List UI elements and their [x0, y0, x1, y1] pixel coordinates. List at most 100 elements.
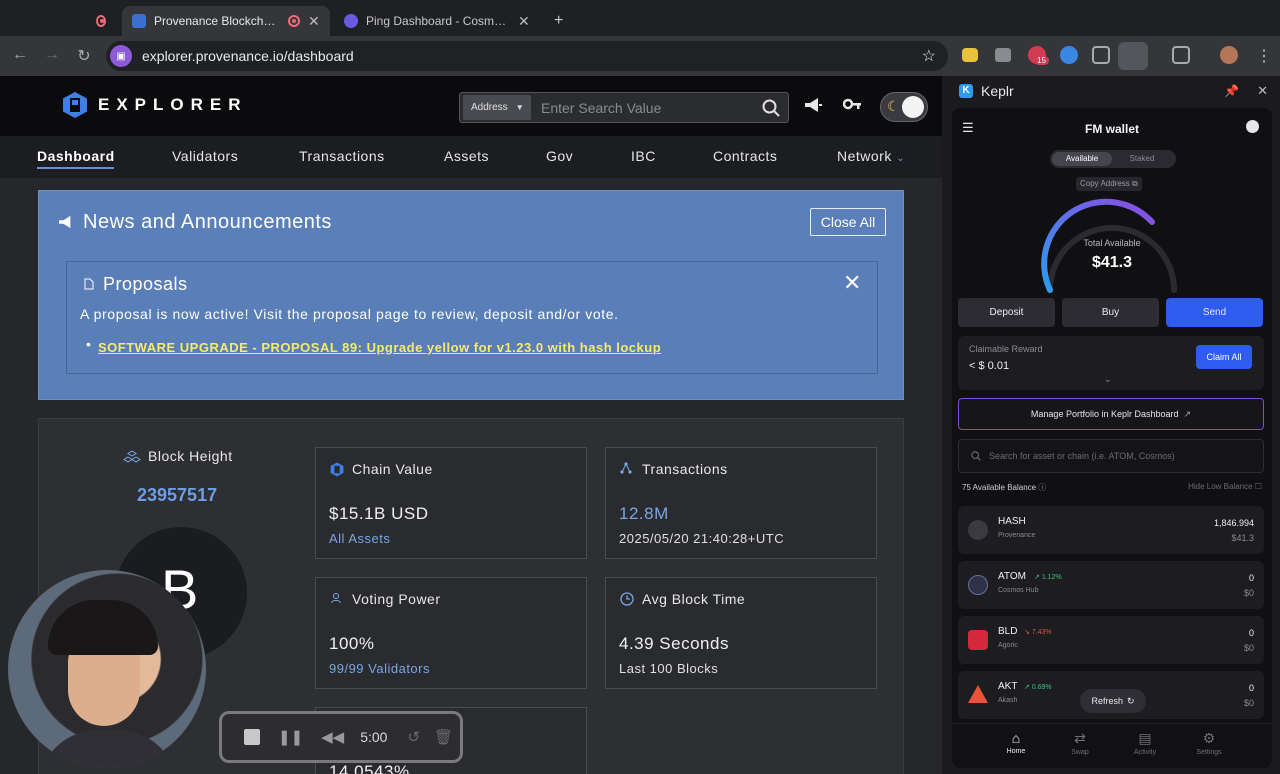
toggle-knob [902, 96, 924, 118]
copy-address-label: Copy Address [1080, 179, 1130, 188]
tab-title: Ping Dashboard - Cosmos Bl [366, 14, 510, 28]
refresh-label: Refresh [1091, 696, 1123, 706]
deposit-button[interactable]: Deposit [958, 298, 1055, 327]
gear-icon: ⚙ [1202, 730, 1216, 746]
nav-gov[interactable]: Gov [546, 148, 573, 164]
block-height-value[interactable]: 23957517 [137, 485, 217, 506]
search-icon[interactable] [762, 99, 780, 117]
copy-address-button[interactable]: Copy Address ⧉ [1076, 177, 1142, 191]
asset-symbol: HASH [998, 516, 1026, 527]
cast-icon[interactable] [1172, 46, 1190, 64]
close-all-button[interactable]: Close All [810, 208, 886, 236]
moon-icon: ☾ [887, 98, 900, 114]
send-button[interactable]: Send [1166, 298, 1263, 327]
key-icon[interactable] [843, 97, 861, 111]
side-panel-icon[interactable] [1118, 42, 1148, 70]
tab-available[interactable]: Available [1052, 152, 1112, 166]
site-info-icon[interactable]: ▣ [110, 45, 132, 67]
search-input[interactable] [541, 99, 751, 116]
back-icon[interactable]: ← [10, 46, 30, 64]
document-icon [84, 278, 94, 290]
refresh-button[interactable]: Refresh ↻ [1080, 689, 1146, 713]
bookmark-star-icon[interactable]: ☆ [922, 46, 936, 66]
close-tab-icon[interactable]: ✕ [518, 13, 530, 30]
tab-recording[interactable] [86, 6, 116, 36]
explorer-logo[interactable]: EXPLORER [62, 91, 248, 119]
extension-globe-icon[interactable] [1060, 46, 1078, 64]
nav-ibc[interactable]: IBC [631, 148, 656, 164]
address-bar[interactable]: ▣ explorer.provenance.io/dashboard ☆ [106, 41, 948, 71]
provenance-favicon-icon [132, 14, 146, 28]
nav-transactions[interactable]: Transactions [299, 148, 385, 164]
nav-network[interactable]: Network ⌄ [837, 148, 905, 164]
manage-portfolio-button[interactable]: Manage Portfolio in Keplr Dashboard ↗ [958, 398, 1264, 430]
reload-icon[interactable]: ↻ [74, 46, 94, 66]
transactions-value[interactable]: 12.8M [619, 504, 669, 524]
profile-avatar[interactable] [1220, 46, 1238, 64]
all-assets-link[interactable]: All Assets [329, 531, 390, 546]
side-panel-title: Keplr [981, 83, 1014, 99]
validators-link[interactable]: 99/99 Validators [329, 661, 430, 676]
available-balance-row: 75 Available Balance ⓘ Hide Low Balance … [962, 482, 1262, 496]
tab-home[interactable]: ⌂ Home [991, 730, 1041, 755]
tab-ping-dashboard[interactable]: Ping Dashboard - Cosmos Bl ✕ [334, 6, 540, 36]
nav-validators[interactable]: Validators [172, 148, 238, 164]
extension-note-icon[interactable] [962, 48, 978, 62]
tab-swap[interactable]: ⇄ Swap [1055, 730, 1105, 756]
nav-assets[interactable]: Assets [444, 148, 489, 164]
site-header: EXPLORER Address ▼ ☾ [0, 76, 942, 136]
stop-icon[interactable] [244, 729, 260, 745]
webcam-overlay[interactable] [8, 570, 206, 768]
asset-usd: $41.3 [1231, 533, 1254, 543]
webcam-person [38, 730, 178, 768]
pin-icon[interactable]: 📌 [1224, 84, 1239, 98]
rewind-icon[interactable]: ◀◀ [321, 728, 344, 746]
asset-row-atom[interactable]: ATOM ↗ 1.12% Cosmos Hub 0 $0 [958, 561, 1264, 609]
asset-chain: Agoric [998, 642, 1018, 649]
tab-settings[interactable]: ⚙ Settings [1184, 730, 1234, 756]
browser-menu-icon[interactable]: ⋮ [1256, 46, 1272, 66]
nav-contracts[interactable]: Contracts [713, 148, 777, 164]
close-proposals-icon[interactable]: ✕ [843, 270, 861, 296]
proposal-link[interactable]: SOFTWARE UPGRADE - PROPOSAL 89: Upgrade … [98, 340, 661, 355]
asset-change: ↗ 0.69% [1024, 684, 1052, 691]
wallet-name[interactable]: FM wallet [952, 122, 1272, 136]
tab-provenance[interactable]: Provenance Blockchain Ex ✕ [122, 6, 330, 36]
asset-usd: $0 [1243, 698, 1254, 708]
voting-power-value: 100% [329, 634, 375, 653]
close-panel-icon[interactable]: ✕ [1257, 83, 1268, 99]
extension-camera-icon[interactable] [995, 48, 1011, 62]
clock-icon [620, 592, 634, 606]
extensions-puzzle-icon[interactable] [1092, 46, 1110, 64]
pause-icon[interactable]: ❚❚ [278, 728, 303, 746]
nav-dashboard[interactable]: Dashboard [37, 148, 115, 164]
search-type-select[interactable]: Address ▼ [463, 95, 531, 120]
hide-low-balance-toggle[interactable]: Hide Low Balance ☐ [1188, 482, 1262, 491]
help-icon[interactable]: ⓘ [1038, 483, 1046, 492]
recording-controls: ❚❚ ◀◀ 5:00 ↺ 🗑 [219, 711, 463, 763]
close-tab-icon[interactable]: ✕ [308, 13, 320, 30]
search-icon [971, 451, 981, 461]
asset-row-hash[interactable]: HASH Provenance 1,846.994 $41.3 [958, 506, 1264, 554]
chain-value-card: Chain Value $15.1B USD All Assets [315, 447, 587, 559]
asset-search-input[interactable] [989, 451, 1249, 461]
asset-row-bld[interactable]: BLD ↘ 7.43% Agoric 0 $0 [958, 616, 1264, 664]
hide-low-label: Hide Low Balance [1188, 482, 1253, 491]
announcements-megaphone-icon[interactable] [804, 97, 822, 113]
tab-staked[interactable]: Staked [1112, 152, 1172, 166]
new-tab-button[interactable]: + [544, 6, 573, 36]
restart-icon[interactable]: ↺ [407, 728, 420, 746]
asset-search [958, 439, 1264, 473]
tab-activity[interactable]: ▤ Activity [1120, 730, 1170, 756]
keplr-logo-icon: K [959, 84, 973, 98]
theme-toggle[interactable]: ☾ [880, 92, 928, 122]
claim-all-button[interactable]: Claim All [1196, 345, 1252, 369]
search-bar: Address ▼ [459, 92, 789, 123]
asset-usd: $0 [1243, 643, 1254, 653]
claimable-reward-box: Claimable Reward < $ 0.01 Claim All ⌄ [958, 336, 1264, 390]
buy-button[interactable]: Buy [1062, 298, 1159, 327]
expand-chevron-icon[interactable]: ⌄ [1104, 374, 1112, 385]
trash-icon[interactable]: 🗑 [434, 728, 453, 746]
account-icon[interactable] [1246, 120, 1259, 133]
forward-icon[interactable]: → [42, 46, 62, 64]
